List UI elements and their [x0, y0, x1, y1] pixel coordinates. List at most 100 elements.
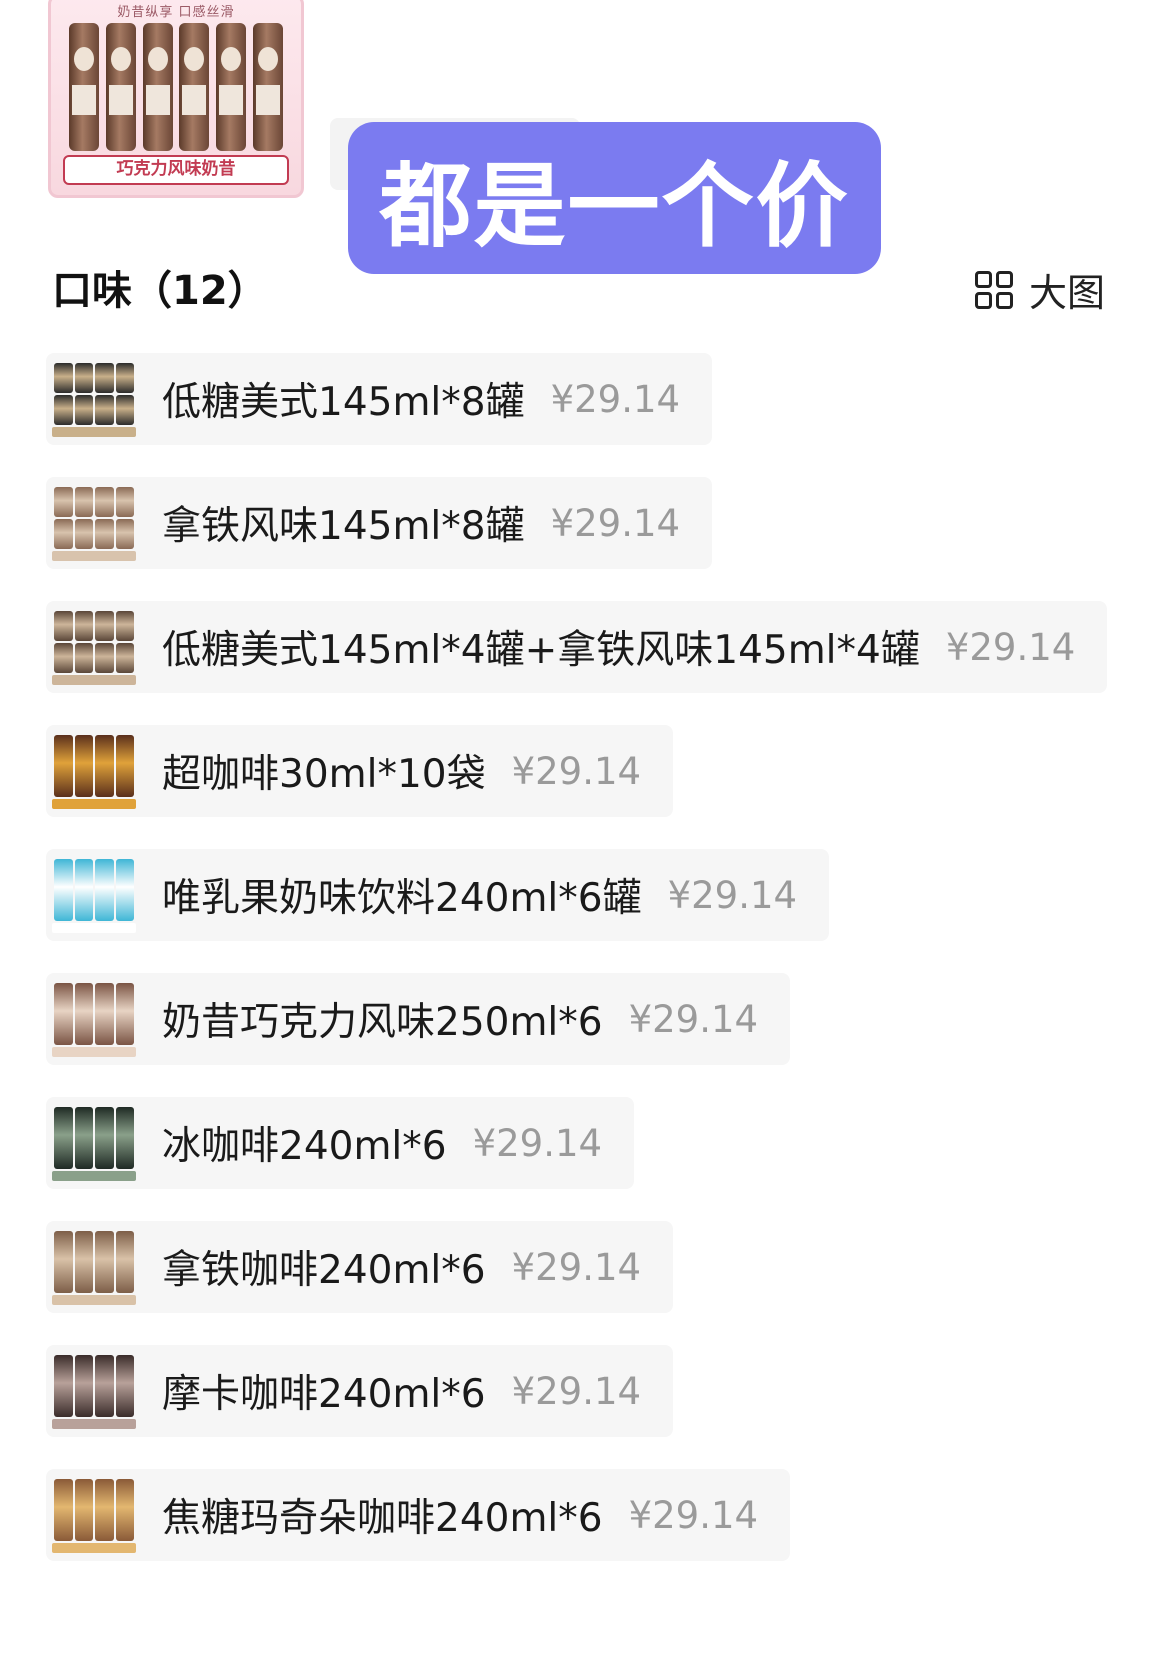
can-image	[74, 363, 93, 393]
can-image	[95, 1231, 114, 1293]
flavor-thumbnail	[52, 1227, 136, 1307]
can-image	[95, 859, 114, 921]
can-image	[54, 363, 73, 393]
can-image	[54, 643, 73, 673]
flavor-thumbnail	[52, 979, 136, 1059]
can-image	[54, 735, 73, 797]
can-image	[115, 1479, 134, 1541]
grid-icon	[975, 270, 1013, 309]
flavor-option[interactable]: 超咖啡30ml*10袋 ¥29.14	[46, 725, 674, 817]
flavor-name: 唯乳果奶味饮料240ml*6罐	[162, 876, 642, 921]
flavor-price: ¥29.14	[628, 1493, 759, 1537]
flavor-price: ¥29.14	[472, 1121, 603, 1165]
can-image	[115, 395, 134, 425]
flavor-name: 焦糖玛奇朵咖啡240ml*6	[162, 1496, 603, 1541]
can-image	[95, 519, 114, 549]
can-image	[54, 611, 73, 641]
flavor-option[interactable]: 低糖美式145ml*8罐 ¥29.14	[46, 353, 713, 445]
flavor-option[interactable]: 拿铁风味145ml*8罐 ¥29.14	[46, 477, 713, 569]
can-image	[115, 1231, 134, 1293]
can-image	[115, 859, 134, 921]
flavor-price: ¥29.14	[511, 1245, 642, 1289]
can-image	[95, 1355, 114, 1417]
flavor-name: 奶昔巧克力风味250ml*6	[162, 1000, 603, 1045]
view-toggle-label: 大图	[1029, 271, 1106, 315]
flavor-thumbnail	[52, 1351, 136, 1431]
flavor-name: 冰咖啡240ml*6	[162, 1124, 447, 1169]
can-image	[95, 395, 114, 425]
can-image	[74, 1355, 93, 1417]
can-image	[54, 1107, 73, 1169]
flavor-thumbnail	[52, 607, 136, 687]
flavor-thumbnail	[52, 483, 136, 563]
flavor-name: 摩卡咖啡240ml*6	[162, 1372, 486, 1417]
product-thumbnail[interactable]: 奶昔纵享 口感丝滑 巧克力风味奶昔	[48, 0, 304, 198]
can-image	[252, 23, 283, 151]
flavor-name: 拿铁咖啡240ml*6	[162, 1248, 486, 1293]
flavor-name: 超咖啡30ml*10袋	[162, 752, 486, 797]
can-image	[74, 643, 93, 673]
flavor-price: ¥29.14	[628, 997, 759, 1041]
flavor-option[interactable]: 摩卡咖啡240ml*6 ¥29.14	[46, 1345, 674, 1437]
flavor-thumbnail	[52, 1475, 136, 1555]
can-image	[54, 1355, 73, 1417]
flavor-thumbnail	[52, 731, 136, 811]
can-image	[95, 983, 114, 1045]
can-image	[74, 735, 93, 797]
can-image	[115, 983, 134, 1045]
can-image	[54, 859, 73, 921]
flavor-thumbnail	[52, 855, 136, 935]
flavor-thumbnail	[52, 359, 136, 439]
can-image	[95, 1479, 114, 1541]
can-image	[115, 1107, 134, 1169]
flavor-option[interactable]: 唯乳果奶味饮料240ml*6罐 ¥29.14	[46, 849, 830, 941]
flavor-name: 低糖美式145ml*4罐+拿铁风味145ml*4罐	[162, 628, 920, 673]
can-image	[115, 519, 134, 549]
can-image	[115, 735, 134, 797]
can-image	[54, 983, 73, 1045]
flavor-name: 低糖美式145ml*8罐	[162, 380, 525, 425]
flavor-option[interactable]: 拿铁咖啡240ml*6 ¥29.14	[46, 1221, 674, 1313]
can-image	[74, 1479, 93, 1541]
can-image	[95, 487, 114, 517]
can-image	[74, 395, 93, 425]
flavor-option[interactable]: 焦糖玛奇朵咖啡240ml*6 ¥29.14	[46, 1469, 791, 1561]
can-image	[69, 23, 99, 151]
flavor-option[interactable]: 低糖美式145ml*4罐+拿铁风味145ml*4罐 ¥29.14	[46, 601, 1108, 693]
can-image	[115, 643, 134, 673]
can-image	[115, 487, 134, 517]
can-image	[74, 611, 93, 641]
flavor-option[interactable]: 冰咖啡240ml*6 ¥29.14	[46, 1097, 635, 1189]
can-image	[54, 1231, 73, 1293]
flavor-name: 拿铁风味145ml*8罐	[162, 504, 525, 549]
can-image	[74, 1231, 93, 1293]
product-thumbnail-label: 巧克力风味奶昔	[63, 155, 289, 185]
product-thumbnail-cans	[69, 19, 283, 151]
flavor-price: ¥29.14	[511, 1369, 642, 1413]
can-image	[54, 519, 73, 549]
can-image	[54, 487, 73, 517]
flavor-option[interactable]: 奶昔巧克力风味250ml*6 ¥29.14	[46, 973, 791, 1065]
product-thumbnail-slogan: 奶昔纵享 口感丝滑	[117, 5, 235, 20]
can-image	[216, 23, 247, 151]
can-image	[179, 23, 210, 151]
flavor-price: ¥29.14	[667, 873, 798, 917]
flavor-price: ¥29.14	[511, 749, 642, 793]
flavor-thumbnail	[52, 1103, 136, 1183]
can-image	[54, 1479, 73, 1541]
can-image	[95, 611, 114, 641]
can-image	[74, 519, 93, 549]
can-image	[115, 363, 134, 393]
can-image	[54, 395, 73, 425]
overlay-banner: 都是一个价	[348, 122, 881, 274]
flavor-price: ¥29.14	[550, 501, 681, 545]
flavor-price: ¥29.14	[550, 377, 681, 421]
can-image	[142, 23, 173, 151]
flavor-price: ¥29.14	[945, 625, 1076, 669]
can-image	[74, 1107, 93, 1169]
large-view-toggle[interactable]: 大图	[975, 262, 1105, 317]
can-image	[115, 611, 134, 641]
can-image	[74, 983, 93, 1045]
can-image	[95, 735, 114, 797]
can-image	[115, 1355, 134, 1417]
